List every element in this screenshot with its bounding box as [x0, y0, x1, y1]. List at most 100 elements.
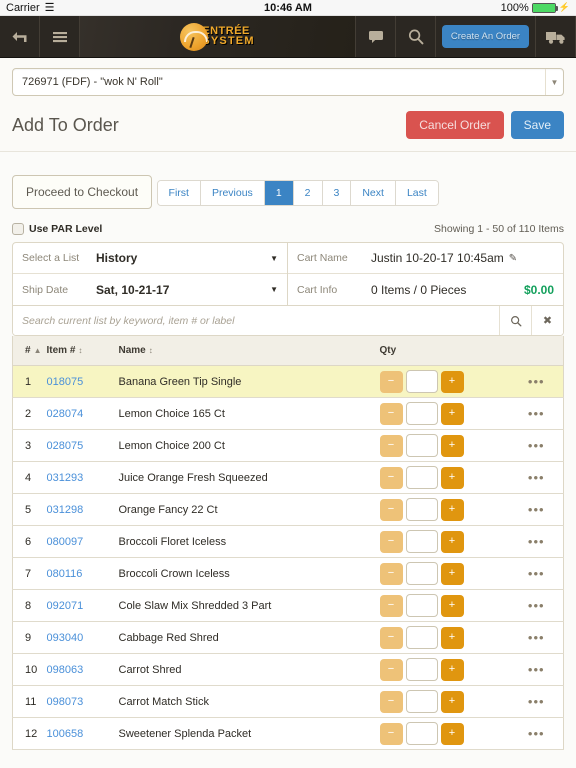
qty-input[interactable] — [405, 530, 438, 553]
qty-increment-button[interactable]: + — [440, 530, 464, 553]
row-item-number-link[interactable]: 080116 — [46, 557, 119, 590]
column-header-name[interactable]: Name ↕ — [118, 336, 380, 366]
pagination-item-previous[interactable]: Previous — [200, 181, 265, 205]
row-number: 9 — [12, 621, 47, 654]
pagination-item-last[interactable]: Last — [395, 181, 438, 205]
table-row[interactable]: 4 031293 Juice Orange Fresh Squeezed − + ••• — [12, 461, 564, 494]
row-more-actions-button[interactable]: ••• — [509, 461, 564, 494]
row-item-number-link[interactable]: 098063 — [46, 653, 119, 686]
row-more-actions-button[interactable]: ••• — [509, 557, 564, 590]
table-row[interactable]: 5 031298 Orange Fancy 22 Ct − + ••• — [12, 493, 564, 526]
qty-decrement-button[interactable]: − — [379, 498, 403, 521]
table-row[interactable]: 7 080116 Broccoli Crown Iceless − + ••• — [12, 557, 564, 590]
qty-increment-button[interactable]: + — [440, 594, 464, 617]
row-item-number-link[interactable]: 080097 — [46, 525, 119, 558]
clear-search-button[interactable]: ✖ — [531, 306, 563, 335]
row-more-actions-button[interactable]: ••• — [509, 653, 564, 686]
pagination-item-3[interactable]: 3 — [322, 181, 352, 205]
customer-select[interactable]: 726971 (FDF) - "wok N' Roll" ▼ — [12, 68, 564, 96]
search-input[interactable] — [13, 306, 499, 335]
qty-increment-button[interactable]: + — [440, 498, 464, 521]
qty-decrement-button[interactable]: − — [379, 370, 403, 393]
qty-input[interactable] — [405, 626, 438, 649]
row-more-actions-button[interactable]: ••• — [509, 429, 564, 462]
qty-increment-button[interactable]: + — [440, 466, 464, 489]
qty-input[interactable] — [405, 722, 438, 745]
qty-decrement-button[interactable]: − — [379, 562, 403, 585]
chat-button[interactable] — [356, 16, 396, 57]
table-row[interactable]: 12 100658 Sweetener Splenda Packet − + ••• — [12, 717, 564, 750]
row-more-actions-button[interactable]: ••• — [509, 717, 564, 750]
qty-input[interactable] — [405, 498, 438, 521]
row-item-number-link[interactable]: 028074 — [46, 397, 119, 430]
ship-date-row[interactable]: Ship Date Sat, 10-21-17 ▼ — [13, 274, 287, 305]
qty-input[interactable] — [405, 562, 438, 585]
qty-input[interactable] — [405, 466, 438, 489]
qty-decrement-button[interactable]: − — [379, 434, 403, 457]
table-row[interactable]: 1 018075 Banana Green Tip Single − + ••• — [12, 365, 564, 398]
qty-increment-button[interactable]: + — [440, 658, 464, 681]
qty-input[interactable] — [405, 370, 438, 393]
pagination-item-1[interactable]: 1 — [264, 181, 294, 205]
row-more-actions-button[interactable]: ••• — [509, 365, 564, 398]
qty-increment-button[interactable]: + — [440, 690, 464, 713]
qty-decrement-button[interactable]: − — [379, 658, 403, 681]
qty-increment-button[interactable]: + — [440, 370, 464, 393]
pagination-item-2[interactable]: 2 — [293, 181, 323, 205]
pencil-edit-icon[interactable]: ✎ — [509, 253, 517, 264]
select-a-list-row[interactable]: Select a List History ▼ — [13, 243, 287, 274]
row-item-number-link[interactable]: 031293 — [46, 461, 119, 494]
qty-increment-button[interactable]: + — [440, 402, 464, 425]
table-row[interactable]: 3 028075 Lemon Choice 200 Ct − + ••• — [12, 429, 564, 462]
delivery-button[interactable] — [536, 16, 576, 57]
qty-input[interactable] — [405, 690, 438, 713]
qty-decrement-button[interactable]: − — [379, 530, 403, 553]
row-more-actions-button[interactable]: ••• — [509, 589, 564, 622]
row-more-actions-button[interactable]: ••• — [509, 621, 564, 654]
qty-increment-button[interactable]: + — [440, 722, 464, 745]
table-row[interactable]: 11 098073 Carrot Match Stick − + ••• — [12, 685, 564, 718]
pagination-item-next[interactable]: Next — [351, 181, 396, 205]
row-more-actions-button[interactable]: ••• — [509, 493, 564, 526]
search-button[interactable] — [396, 16, 436, 57]
row-item-number-link[interactable]: 031298 — [46, 493, 119, 526]
row-item-number-link[interactable]: 100658 — [46, 717, 119, 750]
qty-decrement-button[interactable]: − — [379, 594, 403, 617]
save-button[interactable]: Save — [510, 111, 564, 139]
row-more-actions-button[interactable]: ••• — [509, 685, 564, 718]
qty-input[interactable] — [405, 402, 438, 425]
pagination-item-first[interactable]: First — [157, 181, 201, 205]
column-header-item-number[interactable]: Item # ↕ — [46, 336, 119, 366]
qty-decrement-button[interactable]: − — [379, 466, 403, 489]
row-more-actions-button[interactable]: ••• — [509, 397, 564, 430]
table-row[interactable]: 6 080097 Broccoli Floret Iceless − + ••• — [12, 525, 564, 558]
create-an-order-button[interactable]: Create An Order — [441, 25, 530, 48]
table-row[interactable]: 8 092071 Cole Slaw Mix Shredded 3 Part − + ••… — [12, 589, 564, 622]
proceed-to-checkout-button[interactable]: Proceed to Checkout — [12, 175, 153, 209]
table-row[interactable]: 9 093040 Cabbage Red Shred − + ••• — [12, 621, 564, 654]
column-header-number[interactable]: # ▲ — [12, 336, 47, 366]
row-item-number-link[interactable]: 098073 — [46, 685, 119, 718]
qty-decrement-button[interactable]: − — [379, 626, 403, 649]
menu-button[interactable] — [40, 16, 80, 57]
qty-decrement-button[interactable]: − — [379, 402, 403, 425]
qty-increment-button[interactable]: + — [440, 434, 464, 457]
use-par-level-checkbox[interactable] — [12, 223, 24, 235]
qty-increment-button[interactable]: + — [440, 562, 464, 585]
table-row[interactable]: 2 028074 Lemon Choice 165 Ct − + ••• — [12, 397, 564, 430]
qty-input[interactable] — [405, 594, 438, 617]
back-button[interactable] — [0, 16, 40, 57]
row-item-number-link[interactable]: 028075 — [46, 429, 119, 462]
row-item-number-link[interactable]: 092071 — [46, 589, 119, 622]
row-item-number-link[interactable]: 093040 — [46, 621, 119, 654]
row-item-number-link[interactable]: 018075 — [46, 365, 119, 398]
table-row[interactable]: 10 098063 Carrot Shred − + ••• — [12, 653, 564, 686]
row-more-actions-button[interactable]: ••• — [509, 525, 564, 558]
qty-input[interactable] — [405, 658, 438, 681]
qty-increment-button[interactable]: + — [440, 626, 464, 649]
qty-decrement-button[interactable]: − — [379, 722, 403, 745]
cancel-order-button[interactable]: Cancel Order — [406, 111, 504, 139]
qty-input[interactable] — [405, 434, 438, 457]
search-submit-button[interactable] — [499, 306, 531, 335]
qty-decrement-button[interactable]: − — [379, 690, 403, 713]
